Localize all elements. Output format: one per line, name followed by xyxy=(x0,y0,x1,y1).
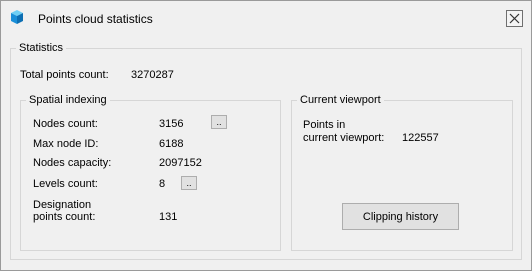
app-icon xyxy=(10,9,24,25)
nodes-count-value: 3156 xyxy=(159,118,184,130)
max-node-id-label: Max node ID: xyxy=(33,138,99,150)
levels-count-value: 8 xyxy=(159,178,166,190)
statistics-group-label: Statistics xyxy=(16,42,67,55)
levels-details-button[interactable]: .. xyxy=(181,176,197,190)
viewport-points-label-line1: Points in xyxy=(303,119,346,131)
nodes-capacity-label: Nodes capacity: xyxy=(33,157,112,169)
title-bar: Points cloud statistics xyxy=(1,1,531,37)
levels-count-label: Levels count: xyxy=(33,178,98,190)
max-node-id-value: 6188 xyxy=(159,138,184,150)
designation-label-line2: points count: xyxy=(33,211,96,223)
nodes-details-button[interactable]: .. xyxy=(211,115,227,129)
close-icon xyxy=(509,13,520,24)
window-title: Points cloud statistics xyxy=(38,12,153,26)
dialog-window: Points cloud statistics Statistics Total… xyxy=(0,0,532,271)
clipping-history-button[interactable]: Clipping history xyxy=(342,203,459,230)
nodes-count-label: Nodes count: xyxy=(33,118,98,130)
current-viewport-label: Current viewport xyxy=(297,94,384,107)
total-points-label: Total points count: xyxy=(20,69,109,81)
total-points-value: 3270287 xyxy=(131,69,174,81)
designation-points-value: 131 xyxy=(159,211,178,223)
nodes-capacity-value: 2097152 xyxy=(159,157,202,169)
viewport-points-value: 122557 xyxy=(402,132,439,144)
close-button[interactable] xyxy=(506,10,523,27)
spatial-indexing-label: Spatial indexing xyxy=(26,94,110,107)
viewport-points-label-line2: current viewport: xyxy=(303,132,385,144)
